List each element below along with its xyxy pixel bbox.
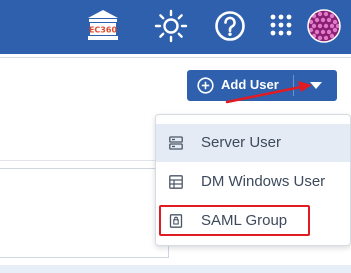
menu-item-server-user[interactable]: Server User: [156, 124, 350, 162]
bank-icon-text: EC360: [89, 26, 117, 35]
server-icon: [169, 136, 183, 150]
avatar[interactable]: [306, 8, 342, 44]
content-divider: [0, 160, 170, 161]
top-navigation-bar: EC360: [0, 0, 351, 54]
windows-icon: [169, 175, 183, 189]
menu-item-dm-windows-user[interactable]: DM Windows User: [156, 163, 350, 201]
menu-item-label: Server User: [201, 134, 282, 151]
header-divider: [0, 57, 351, 58]
add-user-button[interactable]: Add User: [187, 70, 293, 101]
caret-down-icon: [310, 82, 322, 89]
add-user-label: Add User: [221, 77, 279, 92]
plus-circle-icon: [197, 77, 214, 94]
menu-item-label: DM Windows User: [201, 173, 326, 190]
add-user-dropdown-toggle[interactable]: [294, 70, 337, 101]
content-panel: [0, 168, 169, 258]
bottom-strip: [0, 265, 351, 273]
add-user-split-button: Add User: [187, 70, 337, 101]
apps-grid-icon[interactable]: [270, 14, 292, 36]
bank-icon[interactable]: EC360: [86, 8, 120, 42]
sun-icon[interactable]: [154, 9, 188, 43]
help-icon[interactable]: [214, 10, 246, 42]
saml-group-highlight-box: [159, 205, 310, 236]
